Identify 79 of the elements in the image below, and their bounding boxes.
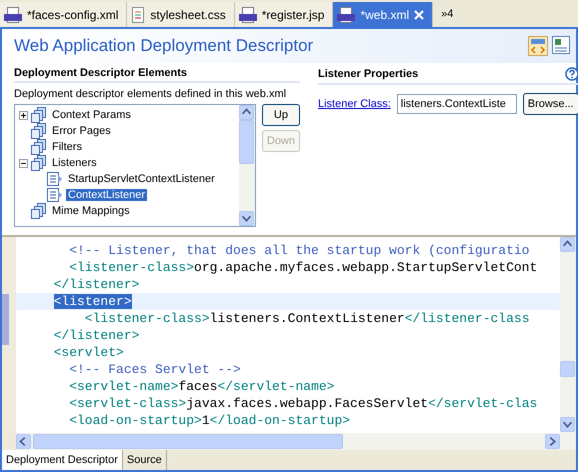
scroll-right-button[interactable]: [545, 434, 560, 449]
tree-item-label: Error Pages: [51, 125, 112, 137]
section-description: Deployment descriptor elements defined in this web.xml: [14, 88, 288, 100]
selected-code-text: <listener>: [54, 294, 132, 309]
code-text: faces: [178, 379, 218, 394]
code-text: <servlet>: [52, 345, 124, 360]
code-text: <servlet-name>: [68, 379, 178, 394]
tab-label: stylesheet.css: [150, 8, 226, 22]
code-text: <servlet-class>: [68, 396, 186, 411]
pages-icon: [31, 139, 47, 155]
tree-item-label: Filters: [51, 141, 83, 153]
close-icon[interactable]: [414, 10, 424, 20]
document-file-icon: [337, 6, 356, 22]
code-text: javax.faces.webapp.FacesServlet: [186, 396, 428, 411]
scrollbar-thumb[interactable]: [33, 434, 343, 449]
tree-item[interactable]: Error Pages: [19, 123, 239, 139]
tree-item[interactable]: ContextListener: [19, 187, 239, 203]
tree-item[interactable]: Context Params: [19, 107, 239, 123]
tab-label: *faces-config.xml: [27, 8, 118, 22]
document-file-icon: [4, 6, 22, 22]
more-tabs-indicator[interactable]: »4: [433, 8, 462, 20]
document-file-icon: [238, 6, 257, 22]
collapse-icon[interactable]: [19, 158, 28, 168]
tab-label: *web.xml: [360, 8, 410, 22]
code-text: </servlet-clas: [428, 396, 538, 411]
code-text: 1: [202, 413, 210, 428]
tree-item-label: Mime Mappings: [51, 205, 131, 217]
scroll-up-button[interactable]: [239, 105, 254, 120]
pages-icon: [31, 155, 47, 171]
editor-tab[interactable]: *web.xml: [333, 2, 434, 27]
code-text: </load-on-startup>: [210, 413, 350, 428]
list-item-icon: [47, 172, 63, 186]
code-text: </listener-class: [404, 311, 530, 326]
code-text: <load-on-startup>: [68, 413, 202, 428]
code-text: <listener-class>: [84, 311, 210, 326]
scroll-left-button[interactable]: [16, 434, 31, 449]
scroll-down-button[interactable]: [239, 211, 254, 226]
listener-class-field[interactable]: listeners.ContextListe: [396, 94, 517, 114]
design-view-icon[interactable]: [528, 36, 548, 56]
tree-item[interactable]: Mime Mappings: [19, 203, 239, 219]
change-marker: [2, 294, 9, 345]
stylesheet-file-icon: [131, 6, 146, 22]
page-tab[interactable]: Deployment Descriptor: [2, 450, 123, 470]
code-text: </servlet-name>: [217, 379, 334, 394]
code-text: <listener-class>: [68, 260, 194, 275]
section-title: Listener Properties: [318, 68, 418, 80]
scroll-down-button[interactable]: [560, 417, 575, 432]
tree-item-label: StartupServletContextListener: [67, 173, 216, 185]
section-title: Deployment Descriptor Elements: [14, 67, 187, 79]
code-text: </listener>: [52, 328, 140, 343]
move-button[interactable]: Up: [262, 104, 300, 126]
code-text: <!-- Listener, that does all the startup work (configuratio: [68, 243, 530, 258]
code-text: org.apache.myfaces.webapp.StartupServletCont: [194, 260, 538, 275]
scrollbar-thumb[interactable]: [560, 361, 575, 377]
listener-class-link[interactable]: Listener Class:: [318, 98, 391, 110]
tree-item-label: Listeners: [51, 157, 98, 169]
tree-item[interactable]: Listeners: [19, 155, 239, 171]
source-view-icon[interactable]: [552, 36, 570, 54]
scrollbar-thumb[interactable]: [239, 120, 254, 164]
list-item-icon: [47, 188, 63, 202]
pages-icon: [31, 123, 47, 139]
page-title: Web Application Deployment Descriptor: [14, 36, 314, 56]
expand-icon[interactable]: [19, 110, 28, 120]
tree-item-label: Context Params: [51, 109, 132, 121]
editor-tab[interactable]: *register.jsp: [234, 2, 334, 27]
pages-icon: [31, 203, 47, 219]
tree-item[interactable]: StartupServletContextListener: [19, 171, 239, 187]
code-text: <!-- Faces Servlet -->: [68, 362, 241, 377]
tab-label: *register.jsp: [262, 8, 324, 22]
browse-button[interactable]: Browse...: [522, 93, 578, 115]
tree-item[interactable]: Filters: [19, 139, 239, 155]
tree-item-label: ContextListener: [66, 189, 148, 201]
code-text: </listener>: [52, 277, 140, 292]
code-text: listeners.ContextListener: [210, 311, 405, 326]
pages-icon: [31, 107, 47, 123]
editor-tab[interactable]: stylesheet.css: [127, 2, 235, 27]
scroll-up-button[interactable]: [560, 237, 575, 252]
editor-tab[interactable]: *faces-config.xml: [0, 2, 128, 27]
help-icon[interactable]: [564, 67, 578, 81]
